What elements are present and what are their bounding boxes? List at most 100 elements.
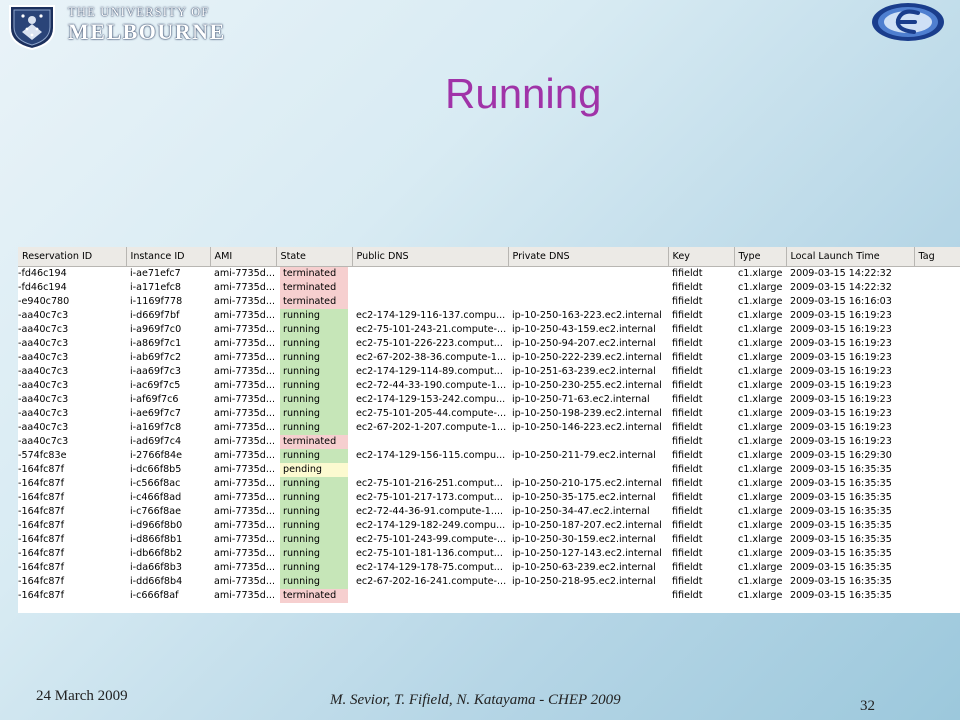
table-row[interactable]: -aa40c7c3 i-ad69f7c4 ami-7735d... terminate…	[18, 435, 960, 449]
cell-key: fifieldt	[672, 436, 703, 447]
cell-ami: ami-7735d...	[214, 562, 276, 573]
column-header-tag[interactable]: Tag	[914, 247, 960, 267]
cell-reservation-id: -164fc87f	[18, 576, 65, 587]
cell-key: fifieldt	[672, 352, 703, 363]
cell-local-launch-time: 2009-03-15 14:22:32	[790, 282, 892, 293]
status-badge: running	[280, 351, 348, 365]
cell-public-dns: ec2-75-101-243-99.compute-...	[356, 534, 507, 545]
table-row[interactable]: -164fc87f i-d866f8b1 ami-7735d... running ec…	[18, 533, 960, 547]
cell-ami: ami-7735d...	[214, 464, 276, 475]
table-row[interactable]: -fd46c194 i-a171efc8 ami-7735d... terminate…	[18, 281, 960, 295]
cell-tag	[914, 295, 960, 309]
table-row[interactable]: -aa40c7c3 i-ab69f7c2 ami-7735d... running ec…	[18, 351, 960, 365]
cell-state: running	[276, 379, 352, 393]
cell-private-dns	[508, 589, 668, 603]
cell-type: c1.xlarge	[738, 590, 783, 601]
table-row[interactable]: -164fc87f i-dc66f8b5 ami-7735d... pending fi…	[18, 463, 960, 477]
table-row[interactable]: -aa40c7c3 i-a169f7c8 ami-7735d... running ec…	[18, 421, 960, 435]
status-badge: terminated	[280, 267, 348, 281]
cell-state: running	[276, 449, 352, 463]
table-row[interactable]: -574fc83e i-2766f84e ami-7735d... running ec…	[18, 449, 960, 463]
table-row[interactable]: -aa40c7c3 i-a869f7c1 ami-7735d... running ec…	[18, 337, 960, 351]
cell-private-dns: ip-10-251-63-239.ec2.internal	[512, 366, 656, 377]
cell-reservation-id: -aa40c7c3	[18, 422, 69, 433]
table-row[interactable]: -aa40c7c3 i-d669f7bf ami-7735d... running ec…	[18, 309, 960, 323]
cell-tag	[914, 589, 960, 603]
table-row[interactable]: -aa40c7c3 i-aa69f7c3 ami-7735d... running ec…	[18, 365, 960, 379]
cell-local-launch-time: 2009-03-15 16:19:23	[790, 310, 892, 321]
table-row[interactable]: -fd46c194 i-ae71efc7 ami-7735d... terminate…	[18, 267, 960, 281]
cell-local-launch-time: 2009-03-15 16:19:23	[790, 380, 892, 391]
cell-private-dns: ip-10-250-146-223.ec2.internal	[512, 422, 662, 433]
cell-type: c1.xlarge	[738, 506, 783, 517]
column-header-public-dns[interactable]: Public DNS	[352, 247, 509, 267]
cell-ami: ami-7735d...	[214, 506, 276, 517]
cell-public-dns: ec2-67-202-38-36.compute-1...	[356, 352, 507, 363]
cell-instance-id: i-d966f8b0	[130, 520, 183, 531]
column-header-reservation-id[interactable]: Reservation ID	[18, 247, 127, 267]
column-header-instance-id[interactable]: Instance ID	[126, 247, 211, 267]
cell-type: c1.xlarge	[738, 366, 783, 377]
cell-instance-id: i-ac69f7c5	[130, 380, 181, 391]
table-row[interactable]: -aa40c7c3 i-ac69f7c5 ami-7735d... running ec…	[18, 379, 960, 393]
table-row[interactable]: -164fc87f i-d966f8b0 ami-7735d... running ec…	[18, 519, 960, 533]
table-row[interactable]: -164fc87f i-c566f8ac ami-7735d... running ec…	[18, 477, 960, 491]
cell-reservation-id: -164fc87f	[18, 520, 65, 531]
column-header-state[interactable]: State	[276, 247, 353, 267]
table-row[interactable]: -e940c780 i-1169f778 ami-7735d... terminate…	[18, 295, 960, 309]
cell-instance-id: i-a169f7c8	[130, 422, 182, 433]
cell-key: fifieldt	[672, 450, 703, 461]
status-badge: terminated	[280, 295, 348, 309]
cell-tag	[914, 281, 960, 295]
status-badge: pending	[280, 463, 348, 477]
column-header-type[interactable]: Type	[734, 247, 787, 267]
table-row[interactable]: -164fc87f i-c466f8ad ami-7735d... running ec…	[18, 491, 960, 505]
cell-state: running	[276, 365, 352, 379]
cell-key: fifieldt	[672, 296, 703, 307]
status-badge: running	[280, 323, 348, 337]
cell-key: fifieldt	[672, 562, 703, 573]
table-row[interactable]: -aa40c7c3 i-af69f7c6 ami-7735d... running ec…	[18, 393, 960, 407]
cell-public-dns: ec2-174-129-156-115.compu...	[356, 450, 506, 461]
cell-tag	[914, 547, 960, 561]
cell-public-dns: ec2-72-44-36-91.compute-1....	[356, 506, 504, 517]
cell-public-dns: ec2-75-101-243-21.compute-...	[356, 324, 507, 335]
cell-private-dns	[508, 281, 668, 295]
table-row[interactable]: -164fc87f i-c766f8ae ami-7735d... running ec…	[18, 505, 960, 519]
cell-local-launch-time: 2009-03-15 16:19:23	[790, 422, 892, 433]
status-badge: running	[280, 393, 348, 407]
table-row[interactable]: -aa40c7c3 i-a969f7c0 ami-7735d... running ec…	[18, 323, 960, 337]
cell-key: fifieldt	[672, 534, 703, 545]
cell-public-dns: ec2-67-202-16-241.compute-...	[356, 576, 507, 587]
status-badge: running	[280, 449, 348, 463]
cell-tag	[914, 449, 960, 463]
cell-public-dns: ec2-75-101-217-173.comput...	[356, 492, 503, 503]
cell-local-launch-time: 2009-03-15 16:35:35	[790, 492, 892, 503]
cell-ami: ami-7735d...	[214, 576, 276, 587]
column-header-key[interactable]: Key	[668, 247, 735, 267]
university-name: THE UNIVERSITY OF MELBOURNE	[68, 5, 226, 45]
column-header-ami[interactable]: AMI	[210, 247, 277, 267]
column-header-local-launch-time[interactable]: Local Launch Time	[786, 247, 915, 267]
cell-type: c1.xlarge	[738, 436, 783, 447]
table-row[interactable]: -aa40c7c3 i-ae69f7c7 ami-7735d... running ec…	[18, 407, 960, 421]
cell-key: fifieldt	[672, 548, 703, 559]
cell-local-launch-time: 2009-03-15 16:35:35	[790, 576, 892, 587]
cell-local-launch-time: 2009-03-15 16:19:23	[790, 366, 892, 377]
cell-ami: ami-7735d...	[214, 422, 276, 433]
cell-state: terminated	[276, 589, 352, 603]
cell-key: fifieldt	[672, 310, 703, 321]
cell-reservation-id: -fd46c194	[18, 268, 67, 279]
table-row[interactable]: -164fc87f i-db66f8b2 ami-7735d... running ec…	[18, 547, 960, 561]
cell-reservation-id: -aa40c7c3	[18, 380, 69, 391]
cell-local-launch-time: 2009-03-15 16:35:35	[790, 520, 892, 531]
cell-instance-id: i-a171efc8	[130, 282, 181, 293]
cell-instance-id: i-d866f8b1	[130, 534, 183, 545]
column-header-private-dns[interactable]: Private DNS	[508, 247, 669, 267]
table-row[interactable]: -164fc87f i-c666f8af ami-7735d... terminate…	[18, 589, 960, 603]
table-row[interactable]: -164fc87f i-dd66f8b4 ami-7735d... running ec…	[18, 575, 960, 589]
cell-reservation-id: -e940c780	[18, 296, 70, 307]
cell-state: running	[276, 393, 352, 407]
table-row[interactable]: -164fc87f i-da66f8b3 ami-7735d... running ec…	[18, 561, 960, 575]
cell-ami: ami-7735d...	[214, 492, 276, 503]
